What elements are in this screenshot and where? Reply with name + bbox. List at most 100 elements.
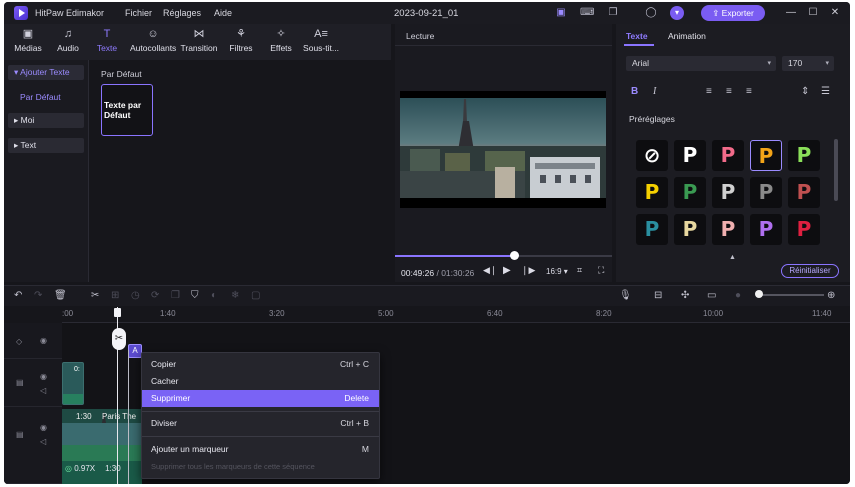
video-frame[interactable] <box>400 91 606 208</box>
sidebar-item-moi[interactable]: ▸ Moi <box>8 113 84 128</box>
preset-tile[interactable]: P <box>636 214 668 245</box>
export-button[interactable]: ⇪ Exporter <box>701 5 765 21</box>
freeze-icon[interactable]: ❄ <box>231 290 239 301</box>
tab-sous-titres[interactable]: A≡ Sous-tit... <box>299 27 343 53</box>
undo-icon[interactable]: ↶ <box>14 290 22 301</box>
rotate-icon[interactable]: ⟳ <box>151 290 159 301</box>
sidebar-item-ajouter-texte[interactable]: ▾ Ajouter Texte <box>8 65 84 80</box>
split-icon[interactable]: ✂ <box>91 290 99 301</box>
italic-button[interactable]: I <box>653 86 656 97</box>
preset-tile[interactable]: P <box>674 177 706 208</box>
zoom-slider-handle[interactable] <box>755 290 763 298</box>
align-center-icon[interactable]: ≡ <box>726 86 732 97</box>
preset-tile[interactable]: P <box>712 177 744 208</box>
tab-audio[interactable]: ♫ Audio <box>48 27 88 53</box>
collapse-icon[interactable]: ▲ <box>729 254 736 261</box>
redo-icon[interactable]: ↷ <box>34 290 42 301</box>
menu-reglages[interactable]: Réglages <box>163 8 201 18</box>
delete-icon[interactable]: 🗑 <box>54 290 67 301</box>
zoom-slider[interactable] <box>761 294 824 296</box>
lock-icon[interactable]: ◇ <box>16 337 22 346</box>
eye-icon[interactable]: ◉ <box>40 423 47 432</box>
font-size-select[interactable]: 170 ▾ <box>782 56 834 71</box>
shield-icon[interactable]: ⛉ <box>191 290 199 301</box>
menu-fichier[interactable]: Fichier <box>125 8 152 18</box>
tab-animation[interactable]: Animation <box>668 31 706 41</box>
preset-tile[interactable]: P <box>788 214 820 245</box>
video-clip[interactable]: 0: <box>62 362 84 405</box>
reset-button[interactable]: Réinitialiser <box>781 264 839 278</box>
speaker-icon[interactable]: ◁ <box>40 386 46 395</box>
tab-autocollants[interactable]: ☺ Autocollants <box>130 27 176 53</box>
playback-progress[interactable] <box>395 255 612 257</box>
minimize-icon[interactable]: — <box>784 6 798 20</box>
font-select[interactable]: Arial ▾ <box>626 56 776 71</box>
maximize-icon[interactable]: ☐ <box>806 6 820 20</box>
text-height-icon[interactable]: ⇕ <box>801 86 809 97</box>
cart-icon[interactable]: ▾ <box>670 6 684 20</box>
menu-item-copier[interactable]: Copier Ctrl + C <box>142 356 379 373</box>
step-forward-icon[interactable]: ❘▶ <box>521 265 535 276</box>
preset-tile[interactable]: P <box>750 177 782 208</box>
menu-item-ajouter-marqueur[interactable]: Ajouter un marqueur M <box>142 441 379 458</box>
preset-tile[interactable]: P <box>712 214 744 245</box>
menu-aide[interactable]: Aide <box>214 8 232 18</box>
tab-transition[interactable]: ⋈ Transition <box>179 27 219 53</box>
timeline-ruler[interactable]: :00 1:40 3:20 5:00 6:40 8:20 10:00 11:40 <box>62 307 850 323</box>
book-icon[interactable]: ❐ <box>606 6 620 20</box>
align-right-icon[interactable]: ≡ <box>746 86 752 97</box>
sidebar-item-text[interactable]: ▸ Text <box>8 138 84 153</box>
menu-item-cacher[interactable]: Cacher <box>142 373 379 390</box>
crop-tool-icon[interactable]: ⊞ <box>111 290 119 301</box>
preset-tile[interactable]: ⊘ <box>636 140 668 171</box>
tab-effets[interactable]: ✧ Effets <box>261 27 301 53</box>
crop-icon[interactable]: ⌗ <box>577 265 582 276</box>
copy-icon[interactable]: ❐ <box>171 290 180 301</box>
ruler-tick: 6:40 <box>487 309 503 318</box>
presets-scrollbar[interactable] <box>834 139 838 201</box>
keyboard-icon[interactable]: ⌨ <box>580 6 594 20</box>
fullscreen-icon[interactable]: ⛶ <box>598 265 604 276</box>
scissors-icon[interactable]: ✂ <box>112 328 126 350</box>
preset-tile[interactable]: P <box>788 140 820 171</box>
tab-texte-props[interactable]: Texte <box>626 31 648 41</box>
text-clip[interactable]: A <box>128 344 142 358</box>
align-left-icon[interactable]: ≡ <box>706 86 712 97</box>
menu-item-supprimer[interactable]: Supprimer Delete <box>142 390 379 407</box>
preset-tile[interactable]: P <box>750 140 782 171</box>
zoom-out-icon[interactable]: ● <box>735 290 741 301</box>
aspect-ratio-dropdown[interactable]: 16:9 ▾ <box>546 267 568 276</box>
preset-tile[interactable]: P <box>674 214 706 245</box>
bold-button[interactable]: B <box>631 86 638 97</box>
speed-icon[interactable]: ◷ <box>131 290 140 301</box>
gift-icon[interactable]: ▣ <box>554 6 568 20</box>
text-template-card[interactable]: Texte par Défaut <box>101 84 153 136</box>
line-spacing-icon[interactable]: ☰ <box>821 86 830 97</box>
eye-icon[interactable]: ◉ <box>40 336 47 345</box>
snap-icon[interactable]: ⊟ <box>654 290 662 301</box>
replace-icon[interactable]: ▢ <box>251 290 260 301</box>
progress-handle[interactable] <box>510 251 520 260</box>
preset-tile[interactable]: P <box>636 177 668 208</box>
mask-icon[interactable]: ◐ <box>211 290 217 301</box>
play-icon[interactable]: ▶ <box>503 265 511 276</box>
tab-texte[interactable]: T Texte <box>87 27 127 53</box>
user-icon[interactable]: ◯ <box>644 6 658 20</box>
zoom-in-icon[interactable]: ⊕ <box>827 290 835 301</box>
sidebar-item-par-defaut[interactable]: Par Défaut <box>8 90 84 105</box>
step-back-icon[interactable]: ◀❘ <box>483 265 497 276</box>
magnet-icon[interactable]: ✣ <box>681 290 689 301</box>
menu-item-diviser[interactable]: Diviser Ctrl + B <box>142 415 379 432</box>
close-icon[interactable]: ✕ <box>828 6 842 20</box>
tab-filtres[interactable]: ⚘ Filtres <box>221 27 261 53</box>
preset-tile[interactable]: P <box>712 140 744 171</box>
subtitle-track-icon[interactable]: ▭ <box>707 290 716 301</box>
microphone-icon[interactable]: 🎙 <box>619 290 632 301</box>
playhead-handle[interactable] <box>114 308 121 317</box>
speaker-icon[interactable]: ◁ <box>40 437 46 446</box>
preset-tile[interactable]: P <box>674 140 706 171</box>
preset-tile[interactable]: P <box>788 177 820 208</box>
tab-medias[interactable]: ▣ Médias <box>8 27 48 53</box>
eye-icon[interactable]: ◉ <box>40 372 47 381</box>
preset-tile[interactable]: P <box>750 214 782 245</box>
